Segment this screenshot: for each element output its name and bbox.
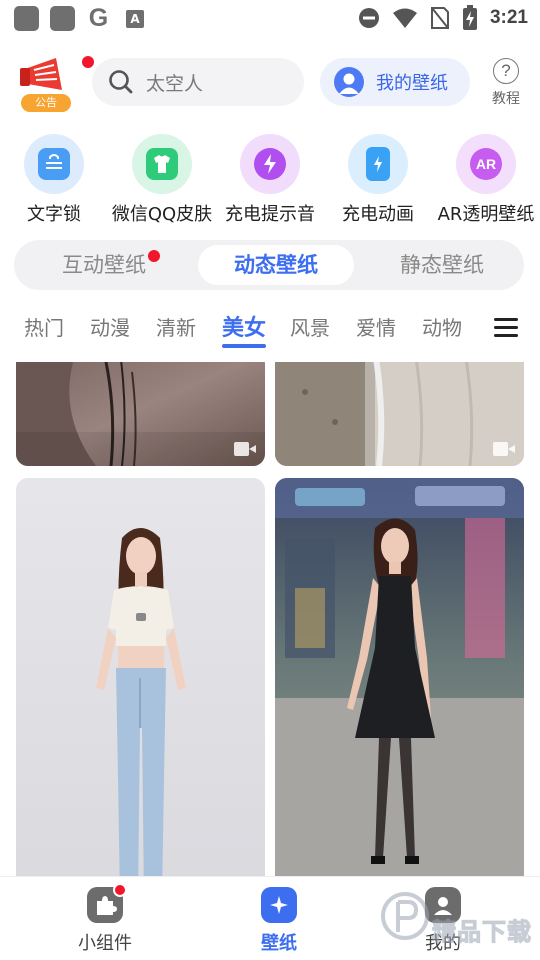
wallpaper-tile[interactable]	[16, 362, 265, 466]
top-header: 公告 太空人 我的壁纸 ? 教程	[0, 50, 540, 114]
tab-love[interactable]: 爱情	[356, 312, 396, 341]
status-indicators: 3:21	[358, 5, 528, 31]
feature-label: 充电提示音	[225, 204, 315, 225]
notification-app-icon	[50, 6, 75, 31]
feature-shortcuts: 文字锁 微信QQ皮肤 充电提示音 充电动画 AR AR透明壁纸	[0, 134, 540, 226]
battery-icon	[348, 134, 408, 194]
search-icon	[109, 70, 133, 94]
feature-label: 文字锁	[27, 204, 81, 225]
watermark-text: 精品下载	[432, 918, 532, 947]
notification-badge	[80, 54, 96, 70]
wallpaper-thumbnail	[275, 362, 524, 466]
watermark: 精品下载	[380, 888, 540, 952]
category-menu-icon[interactable]	[494, 318, 518, 338]
battery-icon	[462, 5, 477, 30]
tab-beauty[interactable]: 美女	[222, 310, 266, 342]
nav-label: 壁纸	[261, 933, 297, 954]
feature-ar-wallpaper[interactable]: AR AR透明壁纸	[426, 134, 540, 226]
tab-hot[interactable]: 热门	[24, 312, 64, 341]
segment-badge	[148, 250, 160, 262]
announcement-button[interactable]: 公告	[18, 54, 96, 112]
lock-bag-icon	[24, 134, 84, 194]
wallpaper-thumbnail	[275, 478, 524, 876]
user-icon	[334, 67, 364, 97]
tab-scenery[interactable]: 风景	[290, 312, 330, 341]
wallpaper-icon	[261, 887, 297, 923]
search-placeholder: 太空人	[146, 72, 204, 95]
tab-animals[interactable]: 动物	[422, 312, 462, 341]
category-tabs: 热门 动漫 清新 美女 风景 爱情 动物	[0, 304, 540, 354]
feature-charging-sound[interactable]: 充电提示音	[210, 134, 330, 226]
video-icon	[493, 442, 515, 456]
clock: 3:21	[489, 7, 528, 28]
segment-static-wallpaper[interactable]: 静态壁纸	[362, 240, 522, 290]
wifi-icon	[392, 8, 417, 28]
bulb-icon	[240, 134, 300, 194]
search-bar[interactable]: 太空人	[92, 58, 304, 106]
my-wallpaper-label: 我的壁纸	[376, 73, 448, 94]
notification-app-icon	[14, 6, 39, 31]
video-icon	[234, 442, 256, 456]
feature-label: AR透明壁纸	[437, 204, 535, 225]
segment-label: 静态壁纸	[400, 253, 484, 277]
watermark-logo-icon	[381, 892, 429, 940]
feature-text-lock[interactable]: 文字锁	[0, 134, 114, 226]
tab-fresh[interactable]: 清新	[156, 312, 196, 341]
wallpaper-thumbnail	[16, 362, 265, 466]
tutorial-button[interactable]: ? 教程	[486, 58, 526, 108]
nav-wallpaper[interactable]: 壁纸	[234, 887, 324, 955]
my-wallpaper-button[interactable]: 我的壁纸	[320, 58, 470, 106]
feature-label: 充电动画	[342, 204, 414, 225]
megaphone-icon	[20, 58, 62, 90]
feature-wechat-qq-skin[interactable]: 微信QQ皮肤	[102, 134, 222, 226]
status-bar: G A 3:21	[0, 0, 540, 38]
active-tab-indicator	[222, 344, 266, 348]
segment-label: 互动壁纸	[62, 253, 146, 277]
segment-live-wallpaper[interactable]: 动态壁纸	[198, 245, 354, 285]
no-sim-icon	[430, 7, 449, 29]
feature-charging-animation[interactable]: 充电动画	[318, 134, 438, 226]
wallpaper-type-segments: 互动壁纸 动态壁纸 静态壁纸	[14, 240, 524, 290]
status-notifications: G A	[14, 6, 144, 31]
wallpaper-thumbnail	[16, 478, 265, 876]
google-icon: G	[88, 4, 109, 32]
wallpaper-tile[interactable]	[16, 478, 265, 876]
nav-badge	[113, 883, 127, 897]
nav-widgets[interactable]: 小组件	[60, 883, 150, 955]
tutorial-label: 教程	[492, 91, 520, 107]
segment-label: 动态壁纸	[234, 253, 318, 277]
do-not-disturb-icon	[358, 8, 379, 28]
ar-icon: AR	[456, 134, 516, 194]
announcement-label: 公告	[21, 94, 71, 112]
nav-label: 小组件	[78, 933, 132, 954]
tab-anime[interactable]: 动漫	[90, 312, 130, 341]
tshirt-icon	[132, 134, 192, 194]
notification-a-icon: A	[126, 9, 144, 28]
feature-label: 微信QQ皮肤	[111, 204, 213, 225]
segment-interactive-wallpaper[interactable]: 互动壁纸	[24, 240, 184, 290]
wallpaper-tile[interactable]	[275, 362, 524, 466]
wallpaper-grid	[0, 362, 540, 876]
wallpaper-tile[interactable]	[275, 478, 524, 876]
help-icon: ?	[493, 58, 519, 84]
